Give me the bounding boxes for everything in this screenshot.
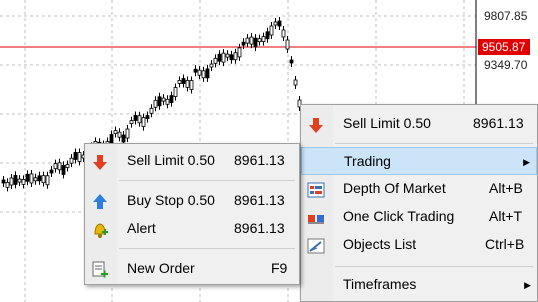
candle-body	[73, 152, 78, 160]
menu-item-one-click-trading[interactable]: One Click Trading Alt+T	[301, 203, 537, 231]
submenu-item-new-order[interactable]: New Order F9	[85, 255, 299, 283]
candle-body	[253, 37, 258, 48]
candle-body	[29, 173, 34, 184]
candle-body	[133, 115, 138, 121]
menu-item-objects-list[interactable]: Objects List Ctrl+B	[301, 231, 537, 259]
submenu-item-alert[interactable]: Alert 8961.13	[85, 215, 299, 243]
candle-body	[273, 21, 278, 26]
candle-body	[257, 38, 262, 43]
candle-body	[285, 39, 290, 50]
candle-body	[169, 95, 174, 103]
candle-body	[49, 169, 54, 174]
candle-body	[145, 115, 150, 119]
new-order-icon	[91, 261, 109, 279]
candle-body	[157, 96, 162, 107]
candle-body	[149, 107, 154, 114]
candle-body	[1, 179, 6, 184]
candle-body	[41, 175, 46, 184]
current-price-marker: 9505.87	[478, 39, 530, 55]
candle-body	[113, 130, 118, 134]
candle-body	[69, 157, 74, 164]
candle-body	[241, 41, 246, 46]
candle-body	[229, 54, 234, 61]
candle-body	[5, 181, 10, 188]
candle-body	[9, 177, 14, 186]
candle-body	[277, 20, 282, 27]
alert-bell-icon	[91, 221, 109, 239]
candle-body	[57, 162, 62, 171]
candle-body	[209, 63, 214, 68]
candle-body	[289, 59, 294, 64]
candle-body	[213, 57, 218, 64]
submenu-arrow-icon: ▶	[523, 157, 530, 167]
axis-label-mid: 9349.70	[484, 58, 528, 72]
candle-body	[17, 178, 22, 183]
candle-body	[181, 78, 186, 84]
candle-body	[237, 47, 242, 58]
candle-body	[77, 152, 82, 162]
submenu-item-buy-stop[interactable]: Buy Stop 0.50 8961.13	[85, 187, 299, 215]
trading-submenu: Sell Limit 0.50 8961.13 Buy Stop 0.50 89…	[84, 143, 300, 285]
menu-item-timeframes[interactable]: Timeframes ▶	[301, 271, 537, 299]
candle-body	[249, 36, 254, 45]
submenu-item-sell-limit[interactable]: Sell Limit 0.50 8961.13	[85, 147, 299, 175]
candle-body	[221, 52, 226, 63]
candle-body	[293, 79, 298, 86]
candle-body	[117, 131, 122, 138]
candle-body	[53, 163, 58, 170]
candle-body	[21, 178, 26, 185]
candle-body	[177, 80, 182, 84]
candle-body	[137, 115, 142, 124]
candle-body	[13, 175, 18, 185]
candle-body	[129, 120, 134, 125]
context-menu: Sell Limit 0.50 8961.13 Trading ▶ Depth …	[300, 104, 538, 302]
buy-arrow-icon	[91, 193, 109, 211]
candle-body	[121, 134, 126, 143]
candle-body	[189, 80, 194, 90]
sell-arrow-icon	[91, 153, 109, 171]
candle-body	[61, 165, 66, 175]
candle-body	[197, 69, 202, 76]
menu-item-depth-of-market[interactable]: Depth Of Market Alt+B	[301, 175, 537, 203]
candle-body	[281, 29, 286, 38]
axis-label-top: 9807.85	[484, 9, 528, 23]
objects-list-icon	[307, 237, 325, 255]
one-click-trading-icon	[307, 209, 325, 227]
sell-arrow-icon	[307, 116, 325, 134]
candle-body	[185, 80, 190, 88]
candle-body	[233, 52, 238, 61]
candle-body	[141, 117, 146, 127]
candle-body	[45, 175, 50, 186]
candle-body	[205, 68, 210, 79]
submenu-arrow-icon: ▶	[524, 280, 531, 290]
menu-item-trading[interactable]: Trading ▶	[301, 147, 537, 175]
candle-body	[265, 31, 270, 40]
candle-body	[173, 87, 178, 97]
candle-body	[217, 53, 222, 62]
candle-body	[225, 53, 230, 58]
candle-body	[245, 37, 250, 44]
candle-body	[25, 173, 30, 182]
candle-body	[65, 164, 70, 168]
candle-body	[161, 97, 166, 102]
candle-body	[193, 68, 198, 73]
menu-item-sell-limit[interactable]: Sell Limit 0.50 8961.13	[301, 110, 537, 138]
candle-body	[125, 128, 130, 139]
candle-body	[201, 70, 206, 79]
candle-body	[153, 99, 158, 108]
candle-body	[269, 25, 274, 36]
candle-body	[261, 36, 266, 43]
depth-of-market-icon	[307, 181, 325, 199]
candle-body	[165, 98, 170, 105]
candle-body	[33, 177, 38, 182]
candle-body	[37, 175, 42, 182]
